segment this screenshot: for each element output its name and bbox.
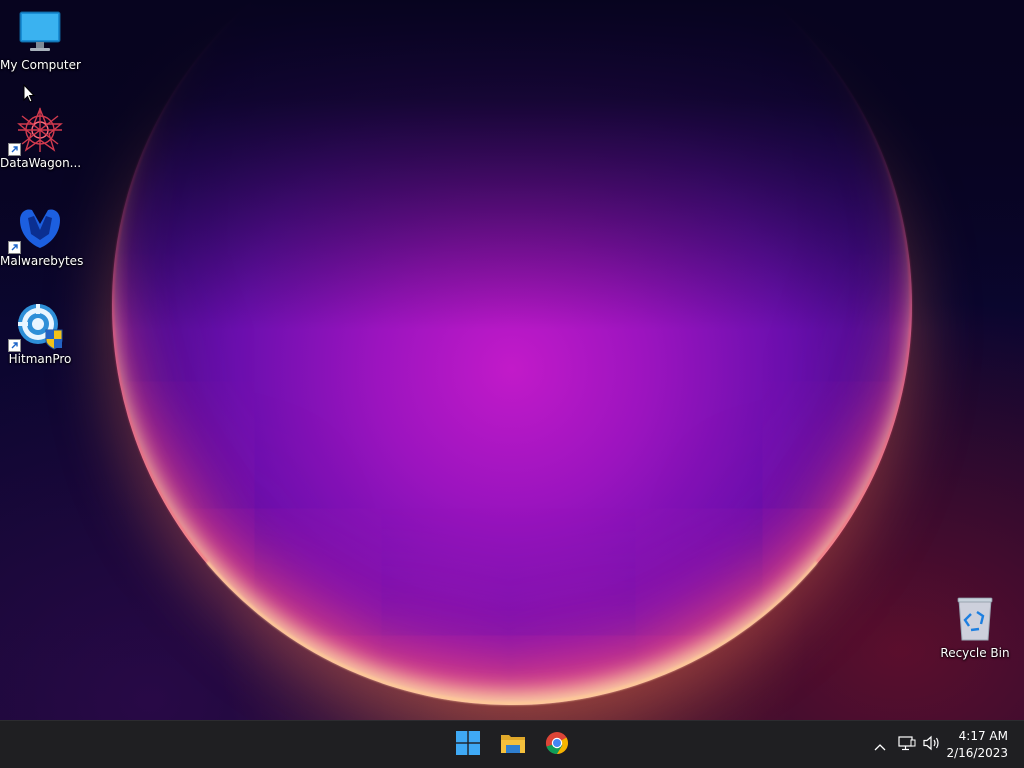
file-explorer-button[interactable] xyxy=(496,729,530,761)
network-button[interactable] xyxy=(897,736,917,754)
volume-button[interactable] xyxy=(922,735,942,755)
desktop-icon-label: Malwarebytes xyxy=(0,254,84,268)
datawagon-icon xyxy=(8,106,64,156)
monitor-icon xyxy=(16,8,64,56)
windows-start-icon xyxy=(456,731,480,759)
desktop-icon-recycle-bin[interactable]: Recycle Bin xyxy=(935,596,1015,661)
malwarebytes-icon xyxy=(8,204,64,254)
chevron-up-icon xyxy=(874,736,886,755)
shortcut-arrow-icon xyxy=(8,241,21,254)
wallpaper-fade xyxy=(0,0,1024,330)
hitmanpro-icon xyxy=(8,302,64,352)
shortcut-arrow-icon xyxy=(8,143,21,156)
desktop-icon-datawagon[interactable]: DataWagon... xyxy=(0,106,82,171)
folder-icon xyxy=(500,732,526,758)
desktop-icon-label: My Computer xyxy=(0,58,81,72)
shortcut-arrow-icon xyxy=(8,339,21,352)
desktop-icon-my-computer[interactable]: My Computer xyxy=(0,8,81,73)
desktop-wallpaper xyxy=(0,0,1024,720)
desktop-icon-label: Recycle Bin xyxy=(940,646,1010,660)
taskbar-clock[interactable]: 4:17 AM 2/16/2023 xyxy=(946,728,1008,762)
desktop-icon-malwarebytes[interactable]: Malwarebytes xyxy=(0,204,84,269)
desktop-icon-label: HitmanPro xyxy=(8,352,72,366)
volume-icon xyxy=(923,735,941,755)
clock-date: 2/16/2023 xyxy=(946,746,1008,760)
show-hidden-icons-button[interactable] xyxy=(870,736,890,754)
desktop-icon-label: DataWagon... xyxy=(0,156,82,170)
mouse-cursor-icon xyxy=(23,83,36,107)
desktop-icon-hitmanpro[interactable]: HitmanPro xyxy=(0,302,80,367)
chrome-button[interactable] xyxy=(540,729,574,761)
start-button[interactable] xyxy=(451,729,485,761)
chrome-icon xyxy=(545,731,569,759)
clock-time: 4:17 AM xyxy=(958,729,1008,743)
network-icon xyxy=(898,735,916,755)
recycle-bin-icon xyxy=(951,596,999,644)
taskbar: 4:17 AM 2/16/2023 xyxy=(0,720,1024,768)
